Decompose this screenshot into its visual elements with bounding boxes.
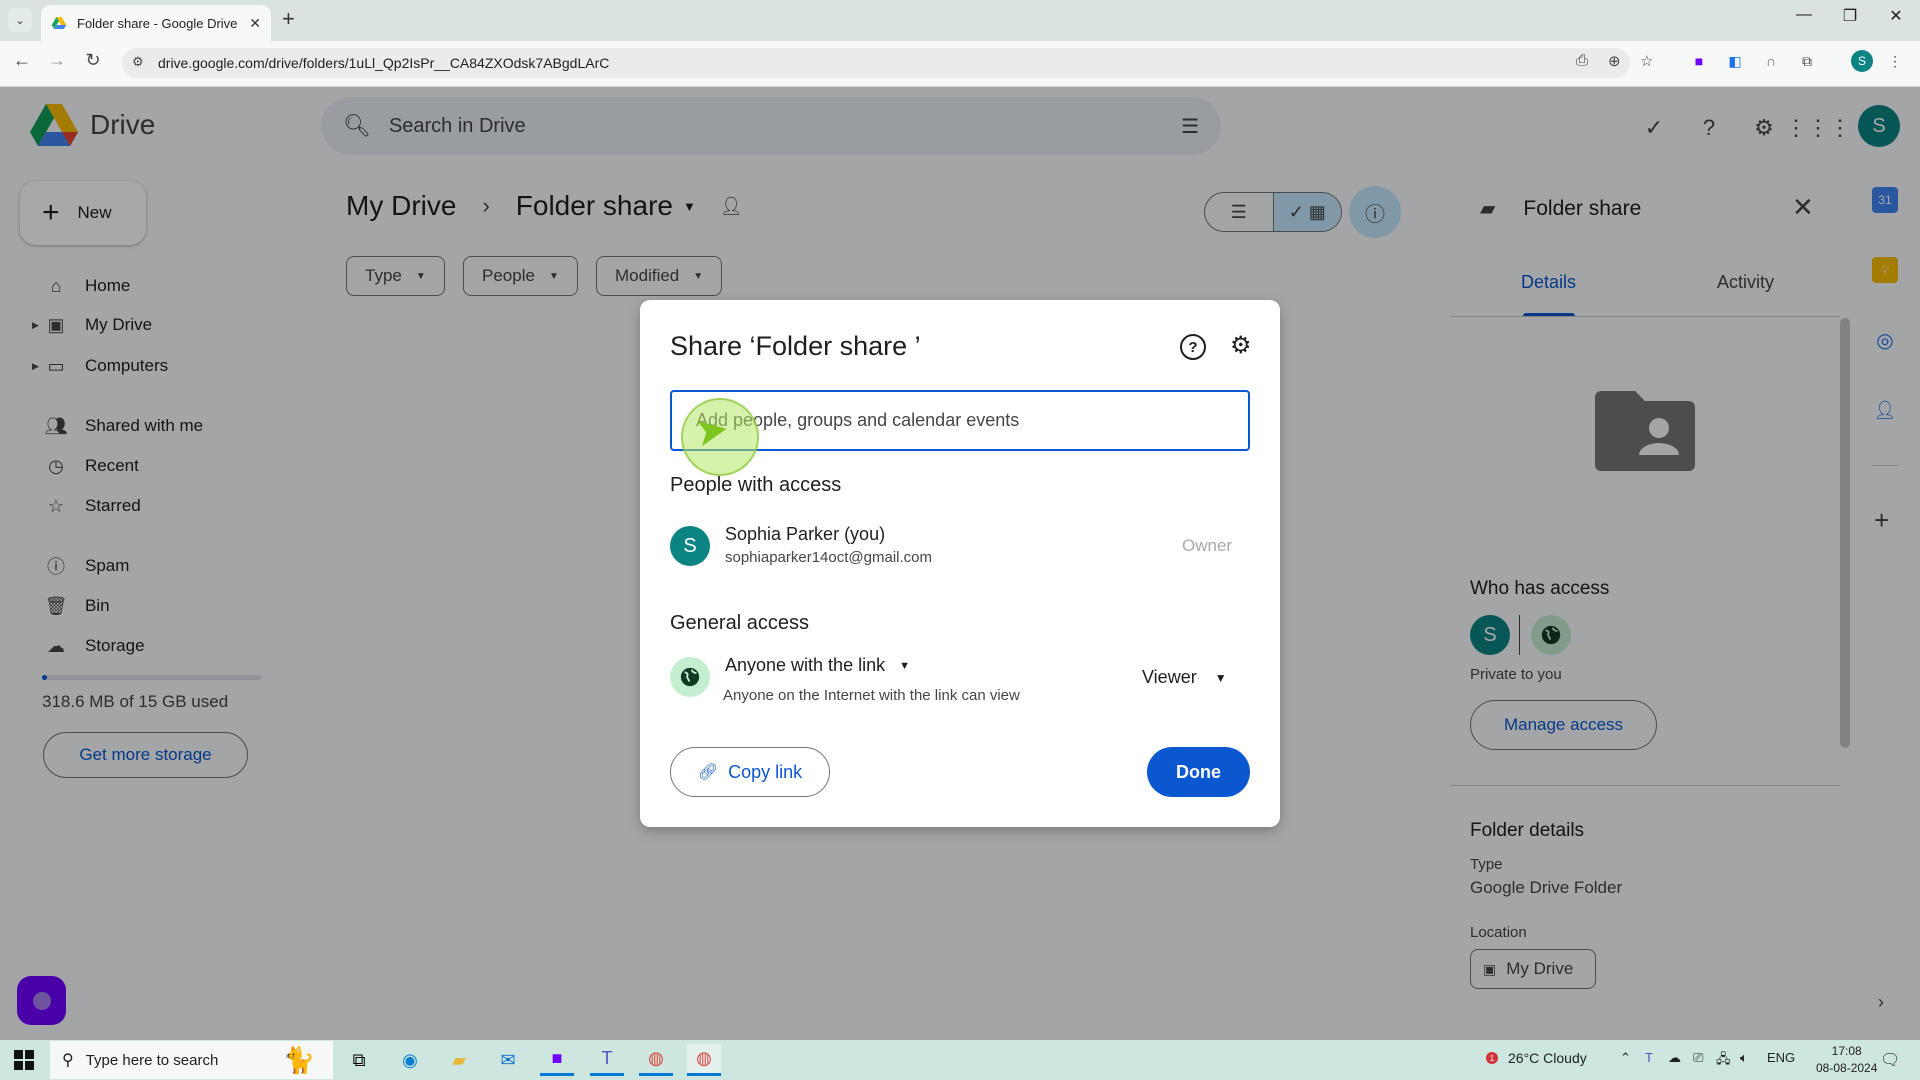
camera-icon[interactable]: ⎚ <box>1693 1050 1703 1066</box>
minimize-button[interactable]: — <box>1784 6 1824 24</box>
onedrive-icon[interactable]: ☁ <box>1668 1050 1681 1066</box>
extensions-puzzle-icon[interactable]: ⧉ <box>1796 50 1818 72</box>
chrome-profile-a-icon[interactable]: ◍ <box>639 1044 673 1076</box>
person-name: Sophia Parker (you) <box>725 524 886 544</box>
browser-menu-icon[interactable]: ⋮ <box>1884 50 1906 72</box>
file-explorer-icon[interactable]: ▰ <box>442 1044 476 1076</box>
share-settings-gear-icon[interactable]: ⚙ <box>1230 331 1252 360</box>
teams-icon[interactable]: T <box>590 1044 624 1076</box>
person-email: sophiaparker14oct@gmail.com <box>725 549 932 566</box>
taskbar-search[interactable]: ⚲ Type here to search 🐈 <box>50 1041 333 1079</box>
network-icon[interactable]: 🖧︎ <box>1716 1050 1731 1072</box>
language-indicator[interactable]: ENG <box>1767 1050 1795 1065</box>
date-text: 08-08-2024 <box>1816 1061 1878 1075</box>
zoom-icon[interactable]: ⊕ <box>1608 52 1621 70</box>
done-button[interactable]: Done <box>1147 747 1250 797</box>
weather-widget[interactable]: 1 26°C Cloudy <box>1486 1050 1587 1066</box>
share-dialog-title: Share ‘Folder share ’ <box>670 331 921 361</box>
chevron-down-icon: ⌄ <box>15 14 25 27</box>
general-access-role: Viewer <box>1142 667 1197 687</box>
address-bar[interactable]: drive.google.com/drive/folders/1uLl_Qp2I… <box>122 48 1630 78</box>
person-avatar: S <box>670 526 710 566</box>
people-with-access-title: People with access <box>670 474 842 496</box>
copy-link-button[interactable]: 🔗︎ Copy link <box>670 747 830 797</box>
drive-favicon-icon <box>51 17 67 29</box>
url-text: drive.google.com/drive/folders/1uLl_Qp2I… <box>158 55 610 71</box>
help-icon[interactable]: ? <box>1180 334 1206 360</box>
extension-arch-icon[interactable]: ∩ <box>1760 50 1782 72</box>
close-tab-icon[interactable]: ✕ <box>249 15 261 32</box>
browser-tab-active[interactable]: Folder share - Google Drive ✕ <box>41 5 271 41</box>
reload-button[interactable]: ↻ <box>79 50 107 71</box>
bookmark-star-icon[interactable]: ☆ <box>1640 52 1653 70</box>
purple-app-icon[interactable]: ■ <box>540 1044 574 1076</box>
profile-avatar[interactable]: S <box>1851 50 1873 72</box>
teams-tray-icon[interactable]: T <box>1645 1050 1653 1065</box>
taskbar-search-placeholder: Type here to search <box>85 1051 219 1069</box>
dropdown-caret-icon: ▼ <box>899 659 910 672</box>
mail-icon[interactable]: ✉ <box>491 1044 525 1076</box>
close-window-button[interactable]: ✕ <box>1876 6 1916 26</box>
forward-button[interactable]: → <box>43 50 71 71</box>
general-access-role-dropdown[interactable]: Viewer ▼ <box>1142 667 1227 688</box>
cat-illustration-icon: 🐈 <box>282 1044 315 1075</box>
globe-icon <box>670 657 710 697</box>
windows-start-icon[interactable] <box>14 1050 34 1070</box>
dropdown-caret-icon: ▼ <box>1214 670 1227 685</box>
notification-badge: 1 <box>1486 1052 1498 1064</box>
time-text: 17:08 <box>1831 1044 1862 1058</box>
extension-purple-icon[interactable]: ■ <box>1688 50 1710 72</box>
clock[interactable]: 17:08 08-08-2024 <box>1816 1043 1877 1077</box>
site-info-icon[interactable]: ⚙ <box>132 54 144 70</box>
general-access-scope-dropdown[interactable]: Anyone with the link ▼ <box>725 655 910 676</box>
task-view-icon[interactable]: ⧉ <box>342 1044 376 1076</box>
edge-icon[interactable]: ◉ <box>393 1044 427 1076</box>
install-app-icon[interactable]: ⎙ <box>1576 52 1588 69</box>
volume-icon[interactable]: 🔈︎ <box>1740 1050 1748 1066</box>
person-role: Owner <box>1182 536 1233 555</box>
chrome-profile-s-icon[interactable]: ◍ <box>687 1044 721 1076</box>
weather-text: 26°C Cloudy <box>1508 1050 1587 1066</box>
copy-link-label: Copy link <box>728 761 803 782</box>
restore-button[interactable]: ❐ <box>1830 6 1870 26</box>
new-tab-button[interactable]: + <box>282 6 295 32</box>
general-access-description: Anyone on the Internet with the link can… <box>723 687 1020 704</box>
back-button[interactable]: ← <box>8 50 36 71</box>
link-icon: 🔗︎ <box>697 764 719 781</box>
extension-blue-icon[interactable]: ◧ <box>1724 50 1746 72</box>
tab-title: Folder share - Google Drive <box>77 15 238 31</box>
notifications-icon[interactable]: 🗨︎ <box>1880 1050 1900 1070</box>
tab-search-button[interactable]: ⌄ <box>8 8 32 32</box>
show-hidden-icons-chevron[interactable]: ⌃ <box>1620 1050 1631 1066</box>
general-access-scope: Anyone with the link <box>725 655 886 675</box>
search-icon: ⚲ <box>62 1052 74 1069</box>
general-access-title: General access <box>670 612 809 634</box>
